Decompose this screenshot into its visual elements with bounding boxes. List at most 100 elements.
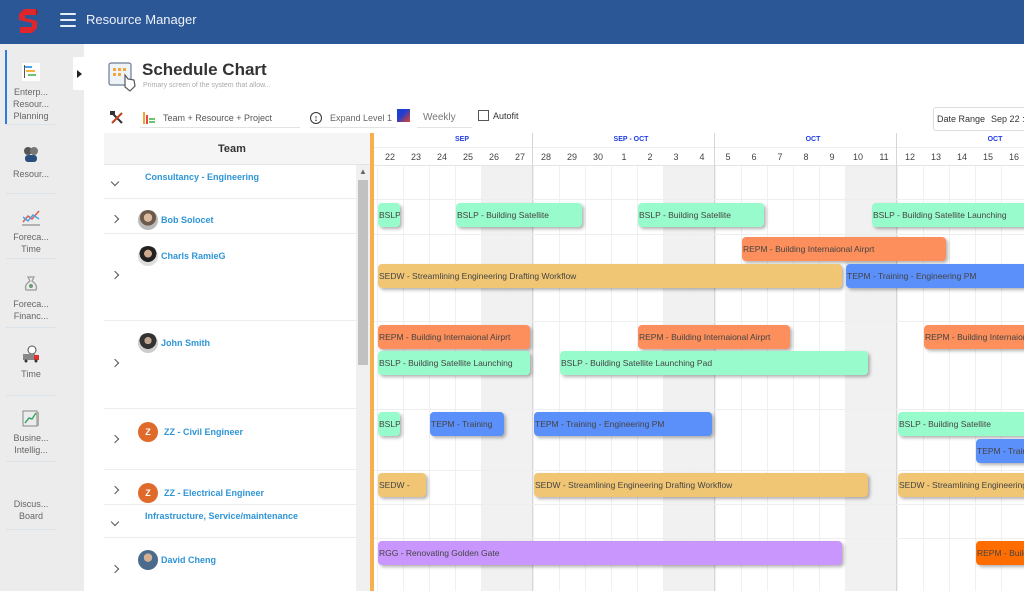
resource-person[interactable]: Z ZZ - Electrical Engineer (138, 483, 264, 503)
task-bar[interactable]: REPM - Building Internaional Airprt (378, 325, 530, 349)
date-range-value[interactable]: Sep 22 : (991, 114, 1024, 124)
task-bar[interactable]: SEDW - Streamlining Engineering Drafting… (378, 264, 842, 288)
day-label: 16 (1008, 152, 1019, 162)
day-column (949, 165, 975, 591)
autofit-checkbox[interactable]: Autofit (478, 110, 519, 121)
task-bar[interactable]: TEPM - Training (976, 439, 1024, 463)
schedule-touch-icon (108, 62, 136, 92)
sidebar-item-forecast-finance[interactable]: Foreca... Financ... (6, 266, 56, 328)
day-column (897, 165, 923, 591)
week-separator (896, 133, 897, 591)
team-column-header: Team (104, 133, 370, 165)
resource-name: Charls RamieG (161, 251, 226, 261)
month-divider (370, 147, 1024, 148)
task-bar[interactable]: BSLP - Building Satellite (898, 412, 1024, 436)
task-bar[interactable]: SEDW - Streamlining Engineering Drafting… (534, 473, 868, 497)
task-bar[interactable]: SEDW - (378, 473, 426, 497)
sidebar-item-resources[interactable]: Resour... (6, 134, 56, 194)
avatar: Z (138, 422, 158, 442)
today-marker (370, 133, 374, 591)
autofit-label: Autofit (493, 110, 519, 121)
checkbox-box[interactable] (478, 110, 489, 121)
sidebar-item-enterprise-resource-planning[interactable]: Enterp... Resour... Planning (5, 50, 56, 125)
task-bar[interactable]: SEDW - Streamlining Engineering Drafting… (898, 473, 1024, 497)
view-mode-select[interactable]: Team + Resource + Project (140, 108, 300, 128)
expand-chevron-icon[interactable] (110, 565, 120, 575)
avatar (138, 210, 158, 230)
day-column (377, 165, 403, 591)
period-select[interactable]: Weekly (417, 108, 472, 128)
group-label[interactable]: Consultancy - Engineering (145, 172, 259, 182)
tools-icon[interactable] (110, 111, 124, 125)
sidebar-item-forecast-time[interactable]: Foreca... Time (6, 199, 56, 259)
resource-name: ZZ - Civil Engineer (164, 427, 244, 437)
task-bar[interactable]: REPM - Building Internaional Airprt (742, 237, 946, 261)
task-bar[interactable]: REPM - Building Internaional Airprt (924, 325, 1024, 349)
task-bar[interactable]: RGG - Renovating Golden Gate (378, 541, 842, 565)
resource-person[interactable]: David Cheng (138, 550, 216, 570)
line-chart-icon (22, 210, 40, 226)
day-label: 25 (462, 152, 473, 162)
sidebar-item-discussion-board[interactable]: Discus... Board (6, 490, 56, 530)
group-row: Infrastructure, Service/maintenance (104, 504, 358, 538)
expand-chevron-icon[interactable] (110, 486, 120, 496)
expand-chevron-icon[interactable] (110, 271, 120, 281)
resource-person[interactable]: Bob Solocet (138, 210, 214, 230)
sidebar-item-business-intelligence[interactable]: Busine... Intellig... (6, 402, 56, 462)
row-divider (370, 409, 1024, 410)
resource-person[interactable]: Z ZZ - Civil Engineer (138, 422, 243, 442)
task-bar[interactable]: BSLP - Building Satellite Launching (872, 203, 1024, 227)
task-bar[interactable]: BSLP - Building Satellite Launching (378, 351, 530, 375)
resource-person[interactable]: Charls RamieG (138, 246, 226, 266)
month-label: SEP - OCT (613, 136, 649, 143)
task-bar[interactable]: BSLP (378, 412, 400, 436)
day-column (559, 165, 585, 591)
app-logo-icon (19, 9, 38, 33)
expand-chevron-icon[interactable] (110, 435, 120, 445)
group-label[interactable]: Infrastructure, Service/maintenance (145, 511, 298, 521)
day-label: 11 (879, 152, 889, 162)
sidebar-item-label: Busine... Intellig... (13, 433, 49, 455)
resource-row: David Cheng (104, 538, 358, 591)
expand-panel-button[interactable] (73, 57, 85, 90)
task-bar[interactable]: BSLP - Building Satellite (456, 203, 582, 227)
task-bar[interactable]: TEPM - Training - Engineering PM (846, 264, 1024, 288)
collapse-chevron-icon[interactable] (110, 519, 120, 529)
task-bar[interactable]: BSLP - Building Satellite (638, 203, 764, 227)
expand-chevron-icon[interactable] (110, 215, 120, 225)
menu-icon[interactable] (60, 13, 76, 27)
month-label: SEP (454, 136, 469, 143)
sidebar-item-label: Resour... (12, 169, 50, 179)
week-separator (532, 133, 533, 591)
task-bar[interactable]: TEPM - Training (430, 412, 504, 436)
row-divider (370, 234, 1024, 235)
color-legend-icon[interactable] (397, 109, 410, 122)
row-divider (370, 321, 1024, 322)
date-range-field[interactable]: Date Range Sep 22 : (933, 107, 1024, 131)
expand-chevron-icon[interactable] (110, 359, 120, 369)
task-bar[interactable]: BSLP (378, 203, 400, 227)
collapse-chevron-icon[interactable] (110, 179, 120, 189)
resource-name: Bob Solocet (161, 215, 214, 225)
resource-person[interactable]: John Smith (138, 333, 210, 353)
sidebar: Enterp... Resour... Planning Resour... F… (0, 44, 84, 591)
task-bar[interactable]: REPM - Building Internaional Airprt (976, 541, 1024, 565)
resource-row: Charls RamieG (104, 234, 358, 321)
row-divider (370, 199, 1024, 200)
day-label: 28 (540, 152, 551, 162)
scroll-up-icon[interactable]: ▲ (356, 165, 370, 179)
expand-level-select[interactable]: ↕ Expand Level 1 (310, 108, 396, 128)
task-bar[interactable]: TEPM - Training - Engineering PM (534, 412, 712, 436)
day-label: 1 (621, 152, 627, 162)
task-bar[interactable]: BSLP - Building Satellite Launching Pad (560, 351, 868, 375)
day-column (689, 165, 715, 591)
team-scrollbar[interactable]: ▲ (356, 165, 370, 591)
group-row: Consultancy - Engineering (104, 165, 358, 199)
task-bar[interactable]: REPM - Building Internaional Airprt (638, 325, 790, 349)
row-divider (370, 470, 1024, 471)
scroll-thumb[interactable] (358, 180, 368, 365)
day-column (845, 165, 871, 591)
avatar: Z (138, 483, 158, 503)
sidebar-item-time[interactable]: Time (6, 336, 56, 396)
day-label: 2 (647, 152, 653, 162)
